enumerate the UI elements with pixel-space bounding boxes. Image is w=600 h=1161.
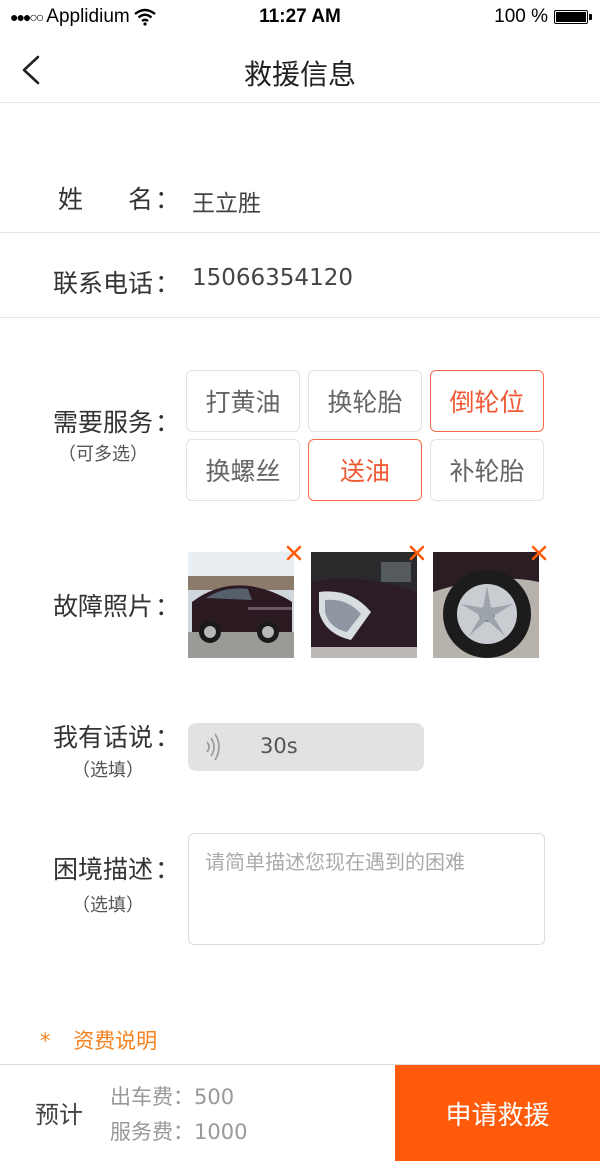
- name-label-second: 名: [128, 185, 154, 214]
- status-right: 100 %: [494, 6, 592, 28]
- name-label-first: 姓: [58, 185, 84, 214]
- divider: [0, 232, 600, 233]
- service-option-change-screw[interactable]: 换螺丝: [186, 439, 300, 501]
- service-hint: （可多选）: [58, 444, 148, 465]
- description-hint: （选填）: [72, 895, 144, 916]
- description-textarea[interactable]: 请简单描述您现在遇到的困难: [188, 833, 545, 945]
- car-headlight-photo: [311, 552, 417, 658]
- page-title: 救援信息: [243, 58, 356, 91]
- trip-fee-line: 出车费：500: [110, 1081, 234, 1111]
- battery-icon: [554, 10, 592, 24]
- remove-photo-2-icon[interactable]: [408, 544, 426, 562]
- service-option-tire-rotation[interactable]: 倒轮位: [430, 370, 544, 432]
- name-field[interactable]: 王立胜: [192, 184, 261, 218]
- fee-info-text: 资费说明: [73, 1029, 158, 1053]
- fee-info-link[interactable]: * 资费说明: [40, 1025, 157, 1055]
- phone-field[interactable]: 15066354120: [192, 265, 353, 291]
- phone-label: 联系电话: [53, 269, 154, 298]
- voice-message-bubble[interactable]: 30s: [188, 723, 424, 771]
- fault-photo-car-side[interactable]: [188, 552, 294, 658]
- remove-photo-3-icon[interactable]: [530, 544, 548, 562]
- service-option-patch-tire[interactable]: 补轮胎: [430, 439, 544, 501]
- service-fee-label: 服务费：: [110, 1120, 194, 1144]
- description-label-colon: ：: [155, 855, 181, 884]
- name-label-colon: ：: [155, 185, 181, 214]
- photos-label: 故障照片: [53, 592, 154, 621]
- car-wheel-photo: [433, 552, 539, 658]
- bottom-bar: 预计 出车费：500 服务费：1000 申请救援: [0, 1064, 600, 1161]
- service-option-change-tire[interactable]: 换轮胎: [308, 370, 422, 432]
- car-side-photo: [188, 552, 294, 658]
- description-label: 困境描述: [53, 855, 154, 884]
- voice-duration: 30s: [260, 734, 298, 758]
- trip-fee-label: 出车费：: [110, 1085, 194, 1109]
- fee-info-star: *: [40, 1029, 51, 1053]
- service-label-colon: ：: [155, 408, 181, 437]
- status-bar: ●●●○○ Applidium 11:27 AM 100 %: [0, 0, 600, 36]
- voice-hint: （选填）: [72, 760, 144, 781]
- service-option-fuel-delivery[interactable]: 送油: [308, 439, 422, 501]
- navigation-bar: 救援信息: [0, 36, 600, 103]
- fault-photo-car-wheel[interactable]: [433, 552, 539, 658]
- service-fee-value: 1000: [194, 1120, 248, 1144]
- service-label: 需要服务: [53, 408, 154, 437]
- voice-label-colon: ：: [155, 723, 181, 752]
- service-option-grease[interactable]: 打黄油: [186, 370, 300, 432]
- fault-photo-car-headlight[interactable]: [311, 552, 417, 658]
- trip-fee-value: 500: [194, 1085, 235, 1109]
- phone-label-colon: ：: [155, 269, 181, 298]
- service-fee-line: 服务费：1000: [110, 1116, 247, 1146]
- battery-percent: 100 %: [494, 6, 548, 27]
- divider: [0, 317, 600, 318]
- estimate-label: 预计: [35, 1101, 83, 1129]
- remove-photo-1-icon[interactable]: [285, 544, 303, 562]
- voice-label: 我有话说: [53, 723, 154, 752]
- sound-wave-icon: [206, 733, 220, 761]
- photos-label-colon: ：: [155, 592, 181, 621]
- request-rescue-button[interactable]: 申请救援: [395, 1065, 600, 1161]
